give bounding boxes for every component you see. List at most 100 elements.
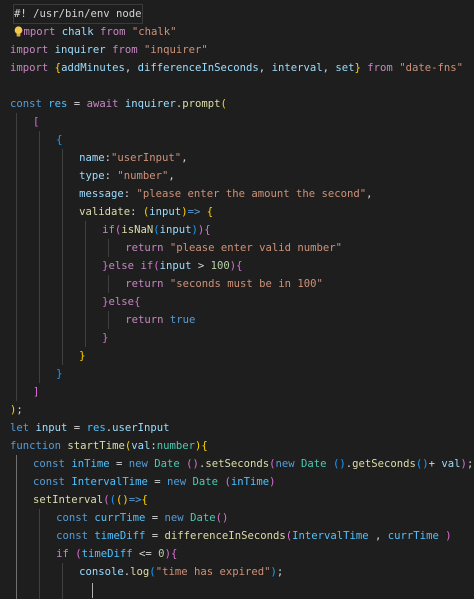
code-line[interactable]: }else{ — [0, 293, 474, 311]
code-token: startTime — [67, 440, 125, 452]
code-text: const IntervalTime = new Date (inTime) — [33, 473, 275, 491]
code-token: ] — [33, 386, 40, 398]
indent-guide — [16, 131, 17, 149]
code-token: "inquirer" — [143, 44, 208, 56]
code-token: ; — [16, 404, 23, 416]
code-token: import — [10, 44, 49, 56]
code-token: input — [159, 224, 192, 236]
code-token: input — [149, 206, 182, 218]
code-line[interactable]: }else if(input > 100){ — [0, 257, 474, 275]
indent-guide — [16, 491, 17, 509]
code-line[interactable]: } — [0, 329, 474, 347]
indent-guide — [39, 527, 41, 545]
code-text: type: "number", — [79, 167, 175, 185]
code-editor[interactable]: #! /usr/bin/env node mport chalk from "ch… — [0, 0, 474, 599]
code-token: new — [164, 512, 184, 524]
code-text: #! /usr/bin/env node — [13, 4, 143, 24]
indent-guide — [62, 275, 64, 293]
indent-guide — [85, 329, 87, 347]
code-token: currTime — [387, 530, 439, 542]
code-text: validate: (input)=> { — [79, 203, 213, 221]
code-line[interactable]: } — [0, 365, 474, 383]
code-token: , — [368, 530, 388, 542]
indent-guide — [62, 581, 64, 599]
code-line[interactable]: function startTime(val:number){ — [0, 437, 474, 455]
code-line[interactable]: ); — [0, 401, 474, 419]
code-text: }else if(input > 100){ — [102, 257, 242, 275]
code-token: const — [33, 476, 65, 488]
indent-guide — [39, 131, 41, 149]
indent-guide — [39, 185, 41, 203]
code-line[interactable]: import inquirer from "inquirer" — [0, 41, 474, 59]
code-token: mport — [23, 26, 56, 38]
code-line[interactable]: if (timeDiff <= 0){ — [0, 545, 474, 563]
code-token: ) — [269, 476, 276, 488]
code-token: new — [167, 476, 187, 488]
code-token: val — [441, 458, 461, 470]
indent-guide — [39, 563, 41, 581]
code-token: const — [33, 458, 65, 470]
indent-guide — [62, 347, 64, 365]
code-token: from — [99, 26, 126, 38]
indent-guide — [62, 563, 64, 581]
code-line[interactable]: setInterval((()=>{ — [0, 491, 474, 509]
code-line[interactable]: message: "please enter the amount the se… — [0, 185, 474, 203]
indent-guide — [16, 167, 17, 185]
code-line[interactable]: console.log("time has expired"); — [0, 563, 474, 581]
indent-guide — [85, 257, 87, 275]
indent-guide — [16, 221, 17, 239]
text-cursor — [91, 583, 93, 598]
code-token: "time has expired" — [155, 566, 271, 578]
code-token: => — [187, 206, 207, 218]
code-line[interactable]: let input = res.userInput — [0, 419, 474, 437]
code-token: , — [124, 62, 138, 74]
code-line[interactable]: const timeDiff = differenceInSeconds(Int… — [0, 527, 474, 545]
code-line[interactable]: if(isNaN(input)){ — [0, 221, 474, 239]
code-line[interactable]: const currTime = new Date() — [0, 509, 474, 527]
code-token: #! /usr/bin/env node — [14, 8, 142, 20]
code-line[interactable]: return "seconds must be in 100" — [0, 275, 474, 293]
code-line[interactable]: return true — [0, 311, 474, 329]
code-token: prompt — [182, 98, 221, 110]
code-line[interactable]: validate: (input)=> { — [0, 203, 474, 221]
indent-guide — [39, 293, 41, 311]
indent-guide — [62, 257, 64, 275]
code-text: const timeDiff = differenceInSeconds(Int… — [56, 527, 452, 545]
indent-guide — [16, 365, 17, 383]
code-text: const currTime = new Date() — [56, 509, 228, 527]
code-line[interactable]: const IntervalTime = new Date (inTime) — [0, 473, 474, 491]
code-text: return "seconds must be in 100" — [125, 275, 323, 293]
code-line[interactable]: return "please enter valid number" — [0, 239, 474, 257]
indent-guide — [16, 527, 17, 545]
code-line[interactable]: } — [0, 347, 474, 365]
indent-guide — [16, 329, 17, 347]
code-line[interactable] — [0, 77, 474, 95]
code-token: () — [215, 512, 229, 524]
code-line[interactable]: mport chalk from "chalk" — [0, 23, 474, 41]
code-token: : — [123, 188, 137, 200]
code-token: res — [86, 422, 106, 434]
code-token: Date — [154, 458, 180, 470]
code-text: [ — [33, 113, 39, 131]
code-line[interactable]: ] — [0, 383, 474, 401]
code-line[interactable]: [ — [0, 113, 474, 131]
indent-guide — [108, 311, 110, 329]
indent-guide — [108, 275, 110, 293]
code-line[interactable]: const inTime = new Date ().setSeconds(ne… — [0, 455, 474, 473]
code-line[interactable]: name:"userInput", — [0, 149, 474, 167]
code-token: } — [102, 332, 109, 344]
code-line[interactable]: import {addMinutes, differenceInSeconds,… — [0, 59, 474, 77]
code-line[interactable]: type: "number", — [0, 167, 474, 185]
code-token: if — [56, 548, 69, 560]
code-token: if — [140, 260, 154, 272]
lightbulb-icon[interactable] — [13, 26, 24, 38]
code-line[interactable]: const res = await inquirer.prompt( — [0, 95, 474, 113]
code-token: setInterval — [33, 494, 104, 506]
code-token: : — [130, 206, 143, 218]
code-text: mport chalk from "chalk" — [23, 23, 176, 41]
indent-guide — [16, 455, 17, 473]
code-text: ] — [33, 383, 39, 401]
code-line[interactable]: #! /usr/bin/env node — [0, 4, 474, 24]
code-line[interactable] — [0, 581, 474, 599]
code-line[interactable]: { — [0, 131, 474, 149]
